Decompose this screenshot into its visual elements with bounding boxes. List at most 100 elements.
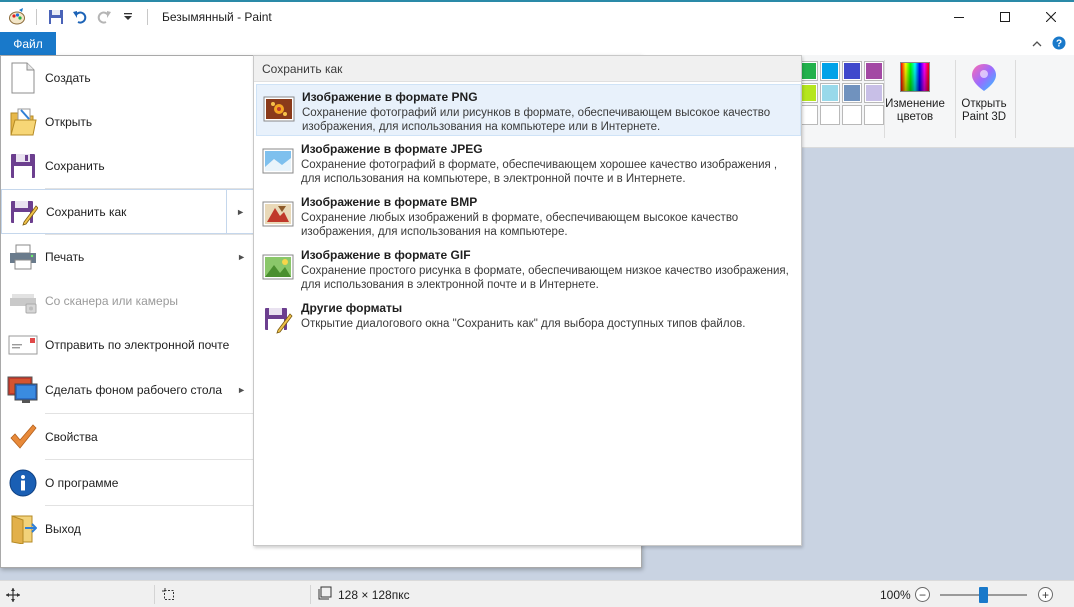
color-spectrum-icon (900, 62, 930, 92)
menu-item-email[interactable]: Отправить по электронной почте (1, 323, 254, 367)
color-swatch[interactable] (820, 105, 840, 125)
window-title: Безымянный - Paint (162, 10, 272, 24)
ribbon-right-controls: ? (1032, 36, 1066, 53)
help-icon[interactable]: ? (1052, 36, 1066, 53)
save-as-png[interactable]: Изображение в формате PNG Сохранение фот… (256, 84, 801, 136)
color-swatch[interactable] (842, 105, 862, 125)
status-divider (310, 585, 311, 604)
save-as-option-desc: Сохранение фотографий или рисунков в фор… (302, 107, 771, 133)
image-size: 128 × 128пкс (318, 581, 410, 607)
save-as-option-title: Изображение в формате BMP (301, 195, 478, 209)
menu-item-scanner[interactable]: Со сканера или камеры (1, 279, 254, 323)
menu-item-properties[interactable]: Свойства (1, 414, 254, 459)
zoom-value: 100% (880, 587, 911, 602)
open-folder-icon (1, 107, 45, 137)
save-as-gif[interactable]: Изображение в формате GIF Сохранение про… (256, 243, 801, 296)
save-icon[interactable] (45, 6, 67, 28)
email-icon (1, 335, 45, 355)
save-as-header: Сохранить как (254, 56, 801, 82)
save-as-option-desc: Сохранение фотографий в формате, обеспеч… (301, 159, 778, 185)
title-bar: Безымянный - Paint (0, 0, 1074, 32)
menu-item-label: Сделать фоном рабочего стола (45, 383, 222, 397)
color-swatch[interactable] (820, 83, 840, 103)
menu-item-save[interactable]: Сохранить (1, 144, 254, 188)
gif-image-icon (262, 251, 294, 283)
image-size-value: 128 × 128пкс (338, 587, 410, 602)
ribbon-divider (1015, 60, 1016, 138)
menu-item-label: Открыть (45, 115, 93, 129)
menu-item-new[interactable]: Создать (1, 56, 254, 100)
menu-item-save-as[interactable]: Сохранить как ► (1, 189, 254, 234)
ribbon-tab-row (0, 32, 1074, 55)
zoom-out-button[interactable]: − (915, 587, 930, 602)
file-tab[interactable]: Файл (0, 32, 56, 55)
color-swatch[interactable] (864, 61, 884, 81)
submenu-split (226, 190, 227, 233)
collapse-ribbon-icon[interactable] (1032, 38, 1042, 52)
paint-app-icon[interactable] (6, 6, 28, 28)
save-as-option-title: Изображение в формате JPEG (301, 142, 483, 156)
info-icon (1, 469, 45, 497)
menu-item-about[interactable]: О программе (1, 460, 254, 505)
redo-icon[interactable] (93, 6, 115, 28)
paint3d-label-2: Paint 3D (961, 111, 1007, 123)
minimize-button[interactable] (936, 2, 982, 32)
save-as-other-formats[interactable]: Другие форматы Открытие диалогового окна… (256, 296, 801, 336)
paint3d-icon (969, 62, 999, 92)
color-swatch[interactable] (864, 83, 884, 103)
menu-item-label: Со сканера или камеры (45, 294, 178, 308)
color-palette (798, 61, 884, 125)
status-divider (154, 585, 155, 604)
png-image-icon (263, 93, 295, 125)
printer-icon (1, 244, 45, 270)
cursor-position-icon (6, 581, 20, 607)
submenu-arrow-icon: ► (237, 385, 246, 395)
svg-text:?: ? (1056, 39, 1062, 50)
color-swatch[interactable] (820, 61, 840, 81)
color-swatch[interactable] (842, 83, 862, 103)
menu-item-label: Создать (45, 71, 91, 85)
ribbon-divider (955, 60, 956, 138)
save-as-option-desc: Сохранение простого рисунка в формате, о… (301, 265, 789, 291)
save-as-option-title: Изображение в формате GIF (301, 248, 471, 262)
selection-size-icon (162, 581, 176, 607)
checkmark-icon (1, 423, 45, 451)
color-swatch[interactable] (864, 105, 884, 125)
other-formats-icon (262, 304, 294, 336)
menu-item-exit[interactable]: Выход (1, 506, 254, 551)
save-as-option-title: Другие форматы (301, 301, 403, 315)
save-as-option-desc: Сохранение любых изображений в формате, … (301, 212, 739, 238)
menu-item-label: Отправить по электронной почте (45, 338, 230, 352)
edit-colors-label-1: Изменение (885, 98, 945, 110)
zoom-in-button[interactable]: + (1038, 587, 1053, 602)
undo-icon[interactable] (69, 6, 91, 28)
menu-item-print[interactable]: Печать ► (1, 235, 254, 279)
paint3d-label-1: Открыть (961, 98, 1007, 110)
save-as-jpeg[interactable]: Изображение в формате JPEG Сохранение фо… (256, 137, 801, 190)
save-as-submenu: Сохранить как Изображение в формате PNG … (253, 55, 802, 546)
file-menu-items: Создать Открыть Сохранить Сохранить как … (1, 56, 254, 567)
jpeg-image-icon (262, 145, 294, 177)
menu-item-open[interactable]: Открыть (1, 100, 254, 144)
edit-colors-label-2: цветов (896, 111, 934, 123)
image-size-icon (318, 586, 332, 603)
bmp-image-icon (262, 198, 294, 230)
menu-item-desktop-bg[interactable]: Сделать фоном рабочего стола ► (1, 367, 254, 413)
exit-icon (1, 514, 45, 544)
edit-colors-button[interactable]: Изменение цветов (884, 62, 946, 124)
save-as-option-title: Изображение в формате PNG (302, 90, 478, 104)
menu-item-label: Выход (45, 521, 81, 536)
menu-item-label: Сохранить как (46, 204, 127, 219)
color-swatch[interactable] (842, 61, 862, 81)
save-as-bmp[interactable]: Изображение в формате BMP Сохранение люб… (256, 190, 801, 243)
menu-item-label: Печать (45, 250, 85, 264)
qat-separator (36, 9, 37, 25)
window-controls (936, 2, 1074, 32)
menu-item-label: Сохранить (45, 159, 105, 173)
open-paint3d-button[interactable]: Открыть Paint 3D (958, 62, 1010, 124)
customize-qat-icon[interactable] (117, 6, 139, 28)
zoom-slider-thumb[interactable] (979, 587, 988, 603)
close-button[interactable] (1028, 2, 1074, 32)
maximize-button[interactable] (982, 2, 1028, 32)
submenu-arrow-icon: ► (237, 252, 246, 262)
